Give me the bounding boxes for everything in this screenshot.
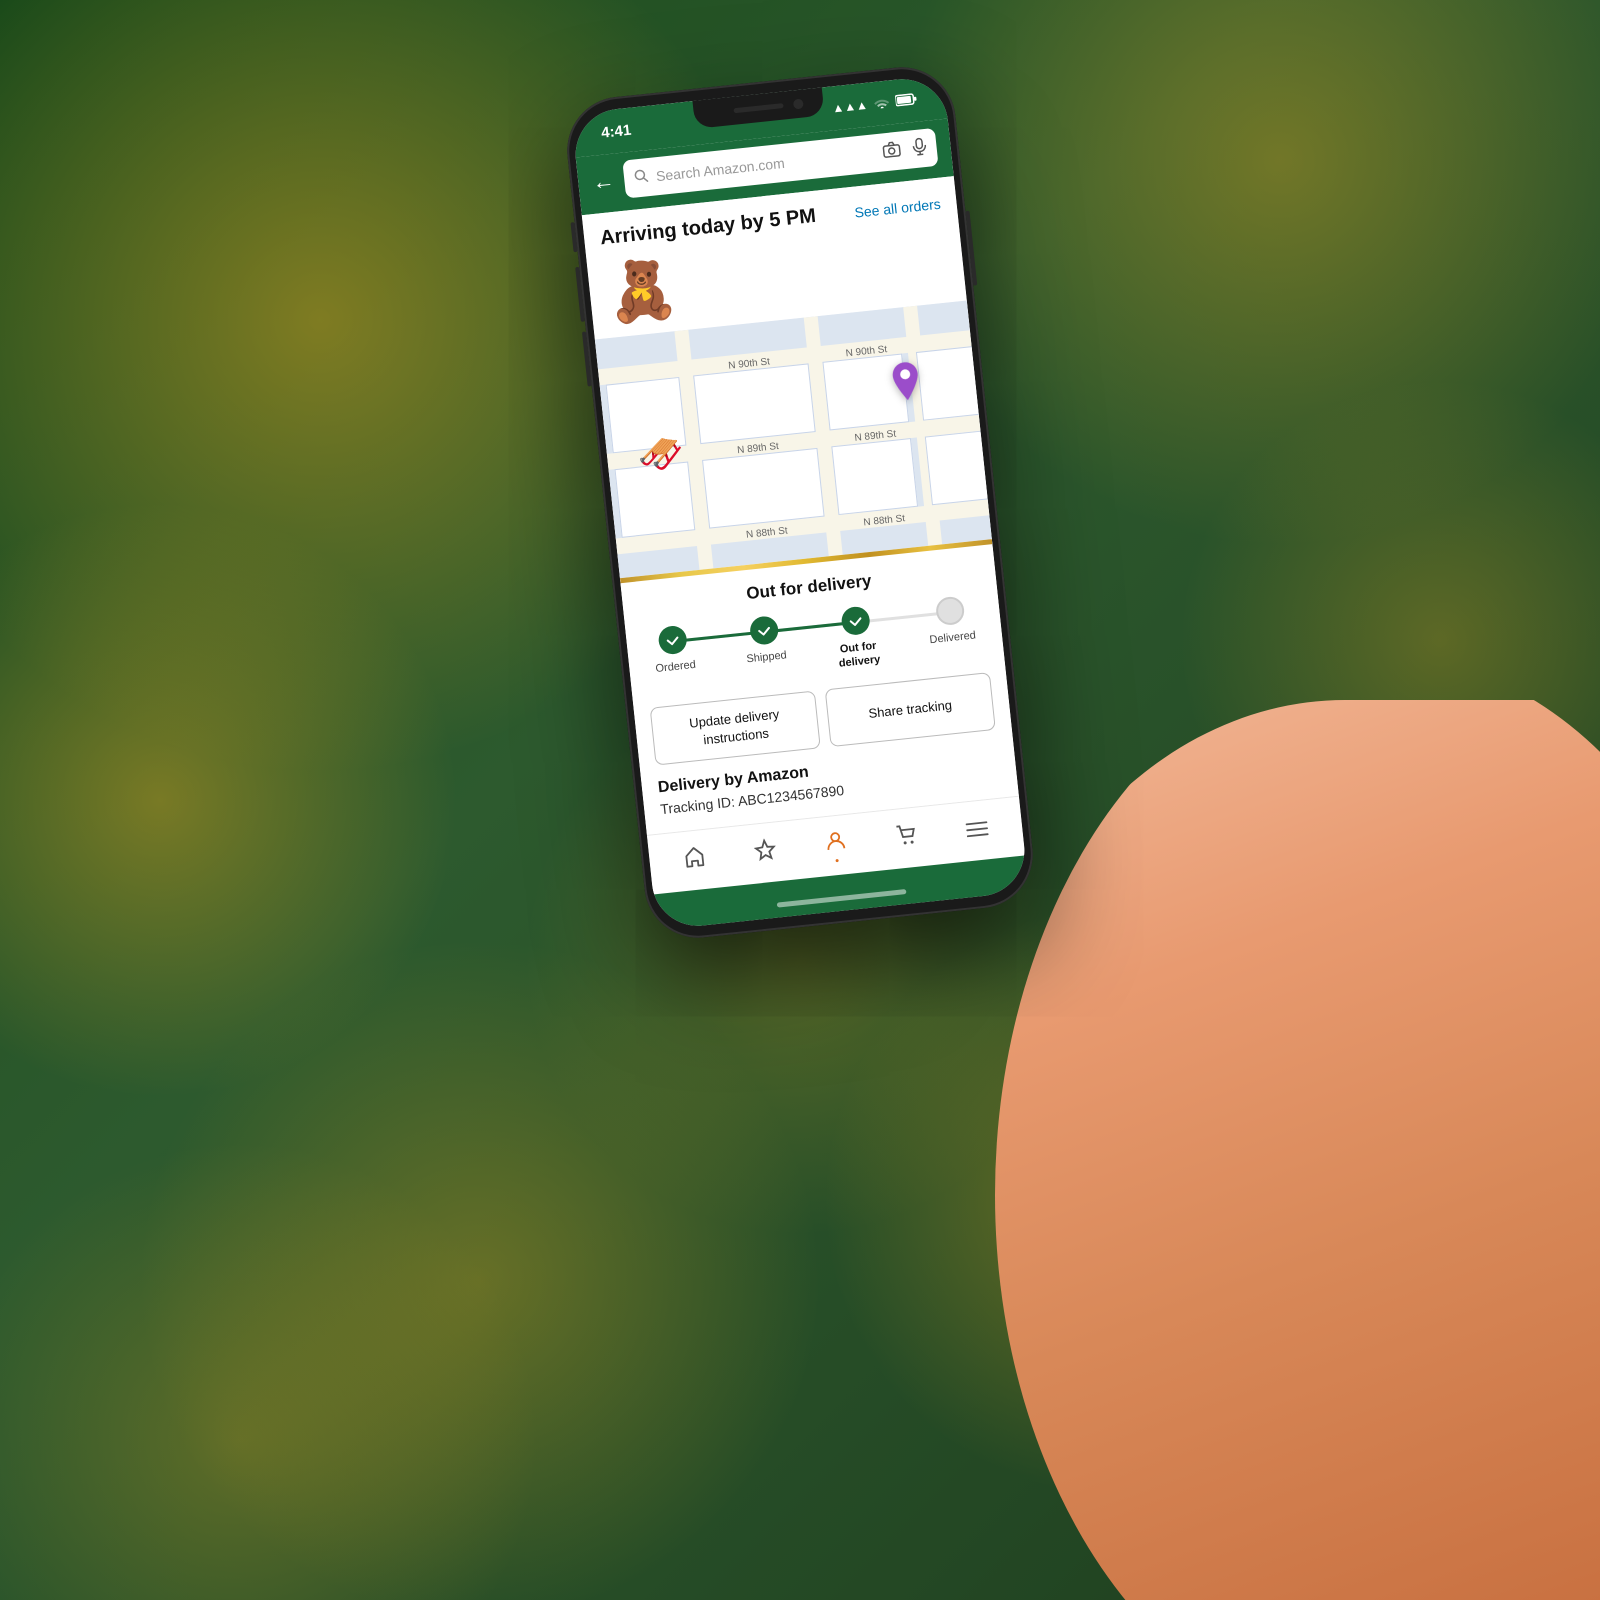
- menu-icon: [965, 817, 990, 845]
- step-circle-delivered: [935, 596, 966, 627]
- step-out-for-delivery: Out fordelivery: [833, 605, 881, 672]
- cart-icon: [894, 823, 919, 853]
- step-circle-out-for-delivery: [840, 605, 871, 636]
- step-label-ordered: Ordered: [655, 658, 697, 676]
- progress-line-bg: [673, 611, 954, 643]
- step-circle-ordered: [657, 625, 688, 656]
- search-input[interactable]: Search Amazon.com: [655, 145, 875, 184]
- nav-menu[interactable]: [950, 807, 1004, 854]
- home-icon: [683, 845, 708, 875]
- nav-cart[interactable]: [879, 814, 933, 863]
- home-bar: [777, 890, 907, 909]
- nav-home[interactable]: [668, 836, 722, 885]
- camera-search-icon[interactable]: [882, 140, 902, 163]
- update-delivery-instructions-button[interactable]: Update deliveryinstructions: [650, 690, 821, 765]
- signal-icon: ▲▲▲: [832, 98, 869, 116]
- wifi-icon: [873, 95, 890, 112]
- product-image: 🧸: [603, 253, 680, 330]
- search-icon: [633, 168, 649, 188]
- main-content: Arriving today by 5 PM See all orders 🧸: [582, 176, 1019, 835]
- discover-icon: [753, 838, 778, 868]
- step-label-delivered: Delivered: [929, 628, 977, 647]
- status-time: 4:41: [600, 121, 632, 141]
- step-label-out-for-delivery: Out fordelivery: [837, 639, 881, 672]
- share-tracking-button[interactable]: Share tracking: [825, 672, 996, 747]
- delivery-card: Out for delivery Ordered: [620, 539, 1019, 835]
- step-shipped: Shipped: [742, 614, 787, 666]
- battery-icon: [895, 92, 918, 109]
- delivery-pin: [890, 361, 923, 411]
- step-ordered: Ordered: [651, 624, 696, 676]
- see-all-orders-link[interactable]: See all orders: [854, 195, 942, 220]
- step-delivered: Delivered: [925, 595, 976, 648]
- account-icon: [823, 828, 848, 858]
- step-circle-shipped: [748, 615, 779, 646]
- delivery-map[interactable]: N 90th St N 90th St N 89th St N 89th St …: [595, 300, 992, 578]
- nav-discover[interactable]: [738, 828, 792, 877]
- step-label-shipped: Shipped: [746, 648, 788, 666]
- status-icons: ▲▲▲: [832, 92, 919, 116]
- nav-account[interactable]: [809, 819, 864, 873]
- back-button[interactable]: ←: [591, 168, 616, 196]
- mic-icon[interactable]: [911, 136, 927, 160]
- delivery-vehicle-icon: 🛷: [635, 431, 687, 480]
